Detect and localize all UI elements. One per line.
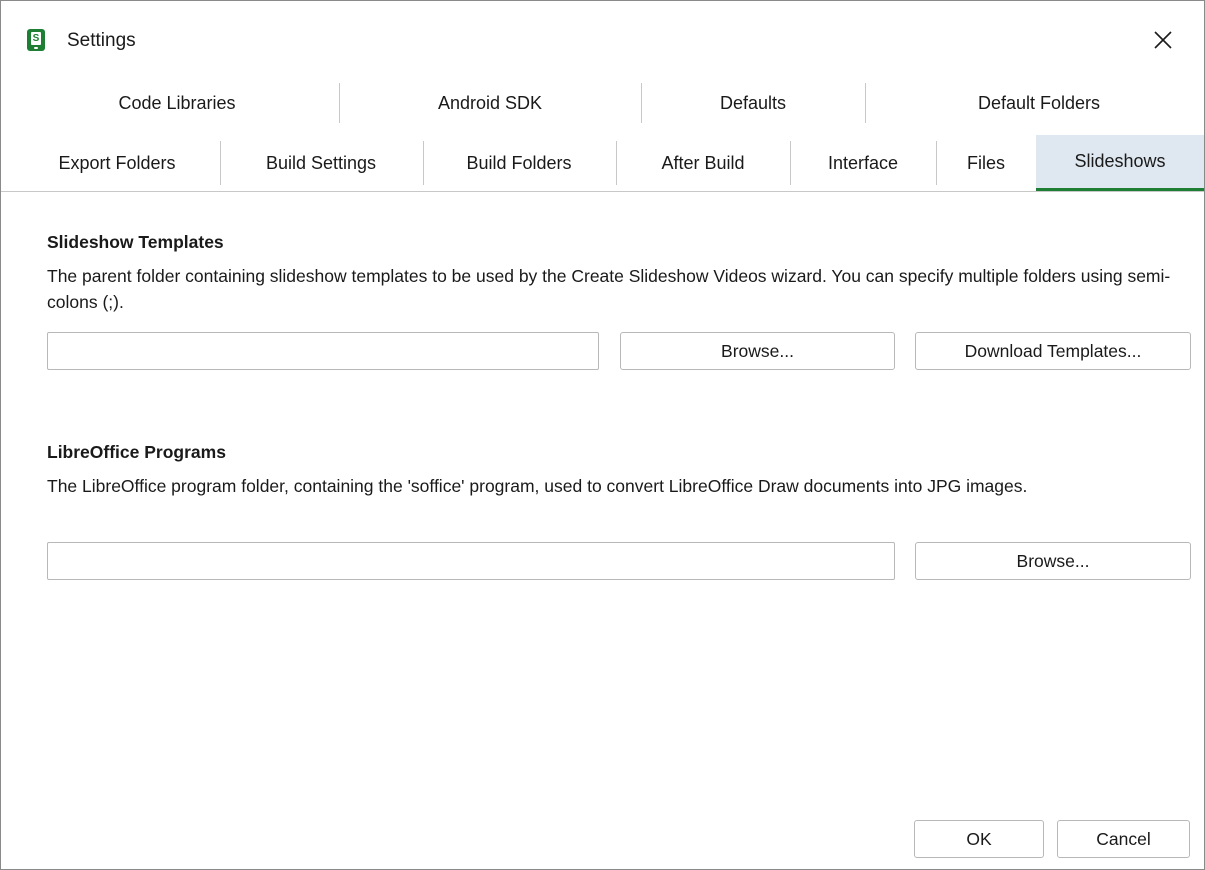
app-icon: S xyxy=(27,29,45,51)
tab-interface[interactable]: Interface xyxy=(791,135,935,191)
ok-button[interactable]: OK xyxy=(914,820,1044,858)
tab-divider xyxy=(1,191,1204,192)
tab-row-2: Export Folders Build Settings Build Fold… xyxy=(1,135,1204,191)
slideshow-templates-title: Slideshow Templates xyxy=(47,232,224,252)
tab-android-sdk[interactable]: Android SDK xyxy=(341,77,639,129)
close-icon xyxy=(1154,31,1172,49)
tab-row-1: Code Libraries Android SDK Defaults Defa… xyxy=(1,77,1204,129)
slideshow-templates-browse-button[interactable]: Browse... xyxy=(620,332,895,370)
tab-files[interactable]: Files xyxy=(937,135,1035,191)
tab-default-folders[interactable]: Default Folders xyxy=(866,77,1204,129)
libreoffice-programs-title: LibreOffice Programs xyxy=(47,442,226,462)
tab-build-settings[interactable]: Build Settings xyxy=(221,135,421,191)
libreoffice-programs-description: The LibreOffice program folder, containi… xyxy=(47,476,1028,496)
cancel-button[interactable]: Cancel xyxy=(1057,820,1190,858)
tab-build-folders[interactable]: Build Folders xyxy=(424,135,614,191)
tab-after-build[interactable]: After Build xyxy=(617,135,789,191)
close-button[interactable] xyxy=(1141,19,1185,61)
slideshow-templates-description: The parent folder containing slideshow t… xyxy=(47,266,1171,312)
app-icon-letter: S xyxy=(31,32,41,45)
tab-code-libraries[interactable]: Code Libraries xyxy=(41,77,313,129)
window-title: Settings xyxy=(67,30,136,51)
slideshow-templates-input[interactable] xyxy=(47,332,599,370)
libreoffice-browse-button[interactable]: Browse... xyxy=(915,542,1191,580)
tab-slideshows[interactable]: Slideshows xyxy=(1036,135,1204,191)
tab-export-folders[interactable]: Export Folders xyxy=(29,135,205,191)
settings-dialog: S Settings Code Libraries Android SDK De… xyxy=(0,0,1205,870)
tab-defaults[interactable]: Defaults xyxy=(642,77,864,129)
download-templates-button[interactable]: Download Templates... xyxy=(915,332,1191,370)
libreoffice-programs-input[interactable] xyxy=(47,542,895,580)
title-bar: S Settings xyxy=(1,1,1204,81)
